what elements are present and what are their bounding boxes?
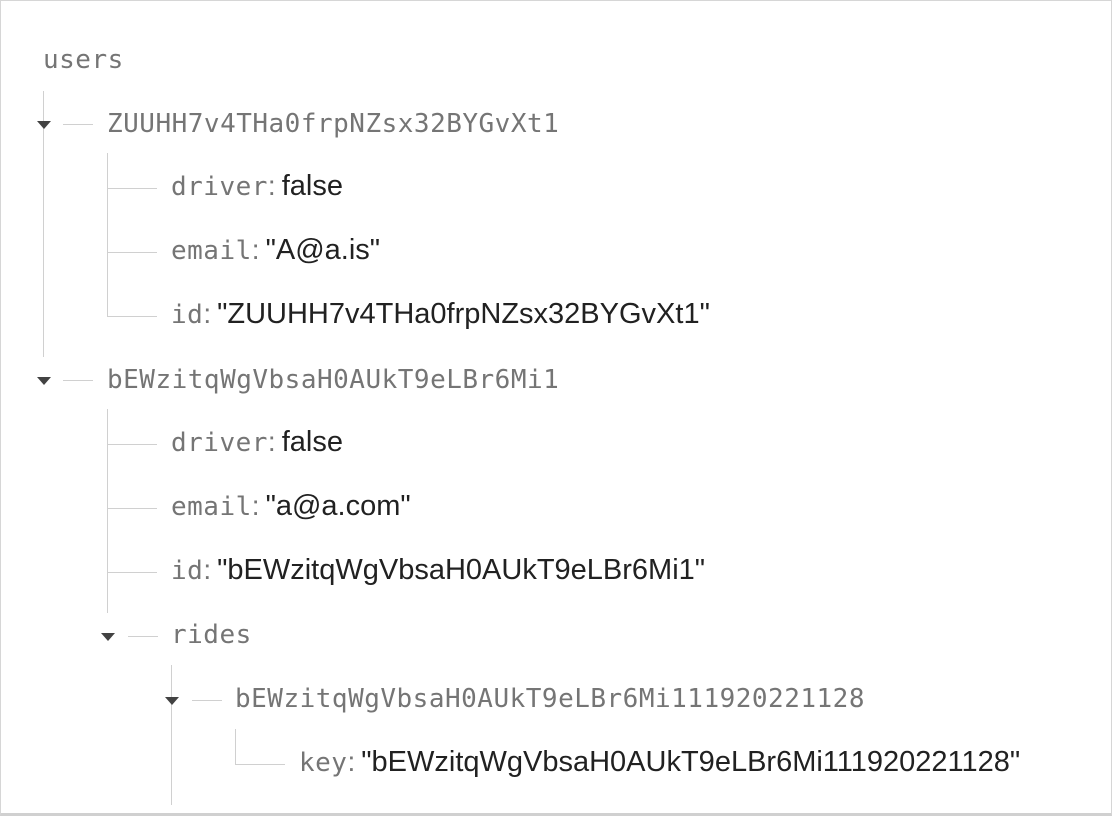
field-value: "bEWzitqWgVbsaH0AUkT9eLBr6Mi1" [217,554,706,586]
collapse-toggle-icon[interactable] [164,695,180,707]
field-colon: : [251,234,260,265]
database-tree-panel: users ZUUHH7v4THa0frpNZsx32BYGvXt1 drive… [0,0,1112,816]
tree-connector [107,444,157,445]
field-colon: : [203,298,212,329]
tree-connector [63,124,93,125]
tree-node-ride[interactable]: bEWzitqWgVbsaH0AUkT9eLBr6Mi111920221128 [235,682,865,716]
tree-connector [128,636,158,637]
node-key: users [43,45,124,75]
field-colon: : [267,170,276,201]
field-row[interactable]: email: "a@a.com" [171,489,411,528]
field-row[interactable]: id: "ZUUHH7v4THa0frpNZsx32BYGvXt1" [171,297,710,336]
field-colon: : [347,746,356,777]
field-value: "A@a.is" [265,234,381,266]
field-key: key [299,748,348,778]
field-key: email [171,236,252,266]
tree-connector [63,380,93,381]
tree-connector [107,508,157,509]
field-key: driver [171,172,268,202]
tree-connector [107,572,157,573]
tree-connector [107,316,157,317]
field-key: email [171,492,252,522]
node-key: ZUUHH7v4THa0frpNZsx32BYGvXt1 [107,109,560,139]
tree-connector [192,700,222,701]
field-key: id [171,556,204,586]
tree-node-user[interactable]: bEWzitqWgVbsaH0AUkT9eLBr6Mi1 [107,363,559,397]
field-row[interactable]: key: "bEWzitqWgVbsaH0AUkT9eLBr6Mi11192022… [299,745,1020,784]
field-key: driver [171,428,268,458]
collapse-toggle-icon[interactable] [36,119,52,131]
field-value: false [281,170,343,202]
collapse-toggle-icon[interactable] [36,375,52,387]
field-value: "ZUUHH7v4THa0frpNZsx32BYGvXt1" [217,298,710,330]
field-row[interactable]: driver: false [171,169,343,208]
field-row[interactable]: driver: false [171,425,343,464]
node-key: rides [171,620,252,650]
field-colon: : [203,554,212,585]
node-key: bEWzitqWgVbsaH0AUkT9eLBr6Mi1 [107,365,560,395]
tree-connector [171,665,172,805]
field-value: "bEWzitqWgVbsaH0AUkT9eLBr6Mi111920221128… [361,746,1021,778]
field-row[interactable]: email: "A@a.is" [171,233,380,272]
field-row[interactable]: id: "bEWzitqWgVbsaH0AUkT9eLBr6Mi1" [171,553,705,592]
field-colon: : [267,426,276,457]
collapse-toggle-icon[interactable] [100,631,116,643]
tree-connector [107,153,108,317]
tree-connector [235,764,285,765]
tree-node-rides[interactable]: rides [171,618,252,652]
field-value: false [281,426,343,458]
tree-node-user[interactable]: ZUUHH7v4THa0frpNZsx32BYGvXt1 [107,107,559,141]
field-colon: : [251,490,260,521]
tree-connector [107,252,157,253]
field-key: id [171,300,204,330]
tree-connector [107,409,108,613]
tree-node-users[interactable]: users [43,43,124,77]
field-value: "a@a.com" [265,490,411,522]
tree-connector [235,729,236,764]
node-key: bEWzitqWgVbsaH0AUkT9eLBr6Mi111920221128 [235,684,865,714]
tree-connector [107,188,157,189]
